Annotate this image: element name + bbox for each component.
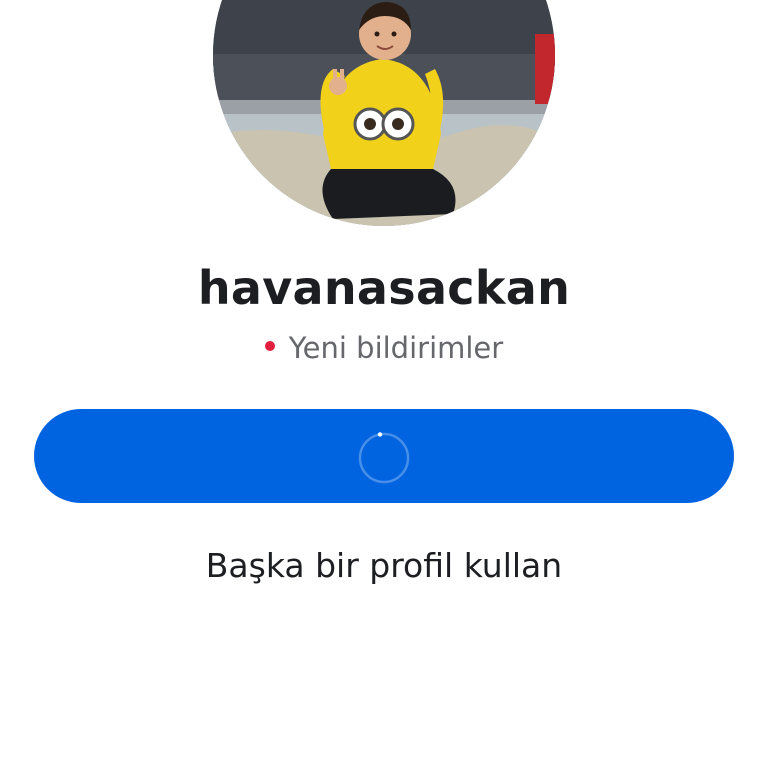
use-another-profile-link[interactable]: Başka bir profil kullan	[0, 543, 768, 589]
red-dot-icon	[264, 341, 275, 351]
username: havanasackan	[197, 261, 571, 315]
loading-spinner-icon	[358, 432, 410, 484]
login-screen: havanasackan Yeni bildirimler Başka bir …	[0, 0, 768, 768]
profile-photo	[213, 0, 555, 226]
notification-status: Yeni bildirimler	[0, 328, 768, 368]
notification-text: Yeni bildirimler	[288, 331, 504, 365]
profile-avatar[interactable]	[213, 0, 555, 226]
